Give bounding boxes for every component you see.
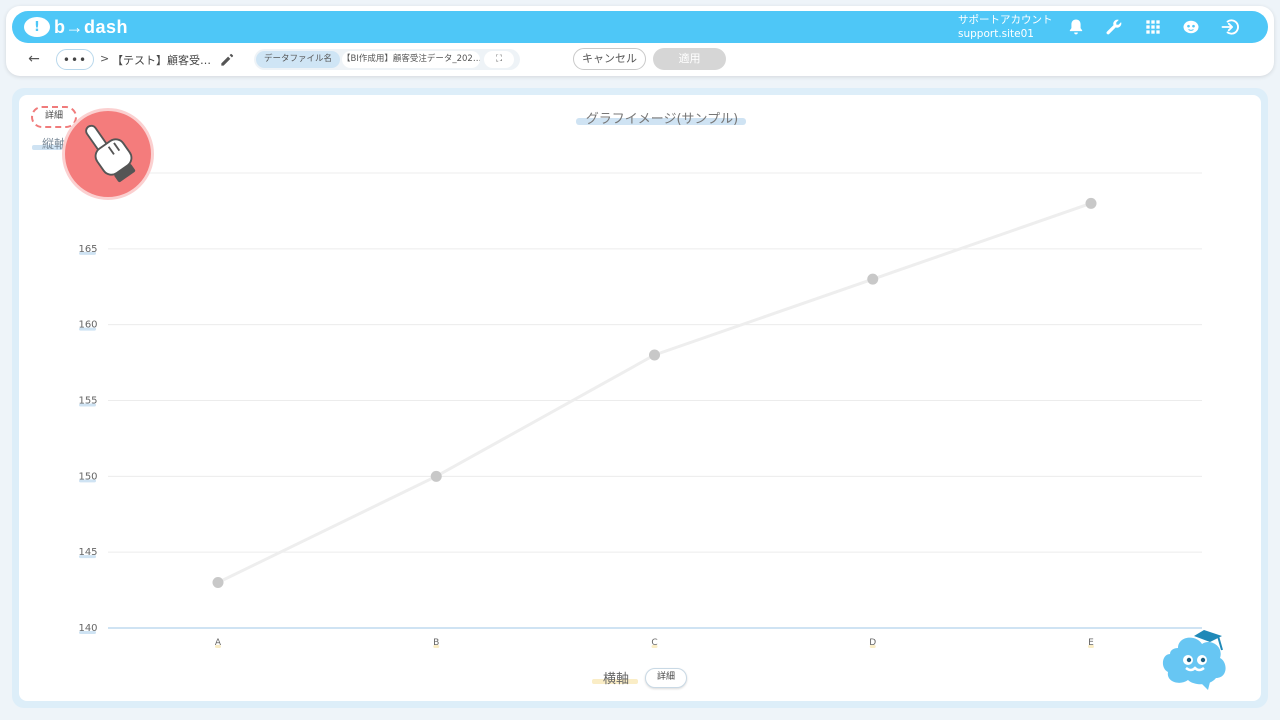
- y-tick-label: 140: [78, 623, 97, 634]
- data-point: [1085, 197, 1097, 209]
- x-axis-label[interactable]: 横軸: [596, 668, 636, 687]
- y-tick-label: 155: [78, 396, 97, 407]
- pointing-hand-icon: [62, 108, 154, 200]
- x-axis-detail-button[interactable]: 詳細: [645, 668, 687, 688]
- x-tick-label: B: [433, 638, 439, 648]
- y-tick-label: 145: [78, 547, 97, 558]
- y-tick-label: 150: [78, 471, 97, 482]
- mascot-character-icon[interactable]: [1158, 624, 1230, 692]
- data-point: [649, 349, 660, 361]
- data-point: [212, 577, 224, 588]
- y-tick-label: 165: [78, 244, 97, 255]
- x-tick-label: C: [651, 638, 657, 648]
- x-tick-label: A: [215, 638, 222, 648]
- series-line: [217, 201, 1092, 584]
- x-tick-label: D: [869, 638, 876, 648]
- chart-title[interactable]: グラフイメージ(サンプル): [580, 108, 744, 127]
- data-point: [867, 273, 879, 285]
- x-tick-label: E: [1088, 638, 1094, 648]
- data-point: [430, 470, 442, 482]
- y-tick-label: 160: [78, 320, 97, 331]
